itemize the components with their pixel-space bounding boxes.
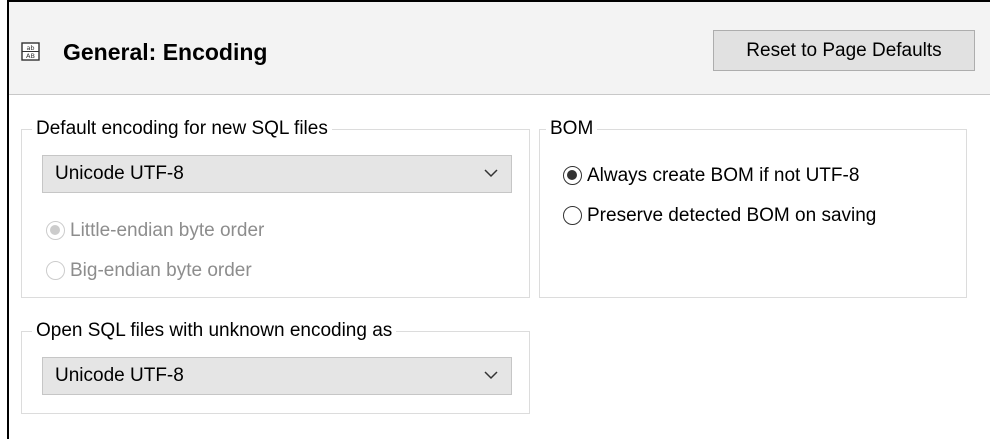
encoding-page-icon: ab AB (21, 42, 40, 61)
always-create-bom-label: Always create BOM if not UTF-8 (587, 165, 860, 186)
preserve-bom-radio-button[interactable] (563, 206, 582, 225)
default-encoding-value: Unicode UTF-8 (55, 163, 184, 184)
unknown-encoding-group: Open SQL files with unknown encoding as … (21, 320, 530, 414)
default-encoding-group: Default encoding for new SQL files Unico… (21, 118, 530, 298)
page-title: General: Encoding (63, 39, 268, 65)
bom-legend: BOM (546, 118, 598, 140)
unknown-encoding-select[interactable]: Unicode UTF-8 (42, 357, 512, 395)
big-endian-label: Big-endian byte order (70, 260, 252, 281)
page-header: ab AB General: Encoding Reset to Page De… (9, 2, 990, 95)
svg-text:ab: ab (26, 44, 34, 52)
chevron-down-icon (484, 169, 498, 178)
preserve-bom-label: Preserve detected BOM on saving (587, 205, 877, 226)
little-endian-radio-button[interactable] (46, 221, 65, 240)
big-endian-radio-button[interactable] (46, 261, 65, 280)
reset-to-page-defaults-button[interactable]: Reset to Page Defaults (713, 30, 975, 71)
default-encoding-legend: Default encoding for new SQL files (32, 118, 332, 140)
always-create-bom-radio-button[interactable] (563, 166, 582, 185)
unknown-encoding-legend: Open SQL files with unknown encoding as (32, 320, 397, 342)
bom-group: BOM Always create BOM if not UTF-8 Prese… (539, 118, 967, 298)
svg-text:AB: AB (26, 52, 35, 60)
unknown-encoding-value: Unicode UTF-8 (55, 365, 184, 386)
little-endian-label: Little-endian byte order (70, 220, 265, 241)
chevron-down-icon (484, 371, 498, 380)
default-encoding-select[interactable]: Unicode UTF-8 (42, 155, 512, 193)
